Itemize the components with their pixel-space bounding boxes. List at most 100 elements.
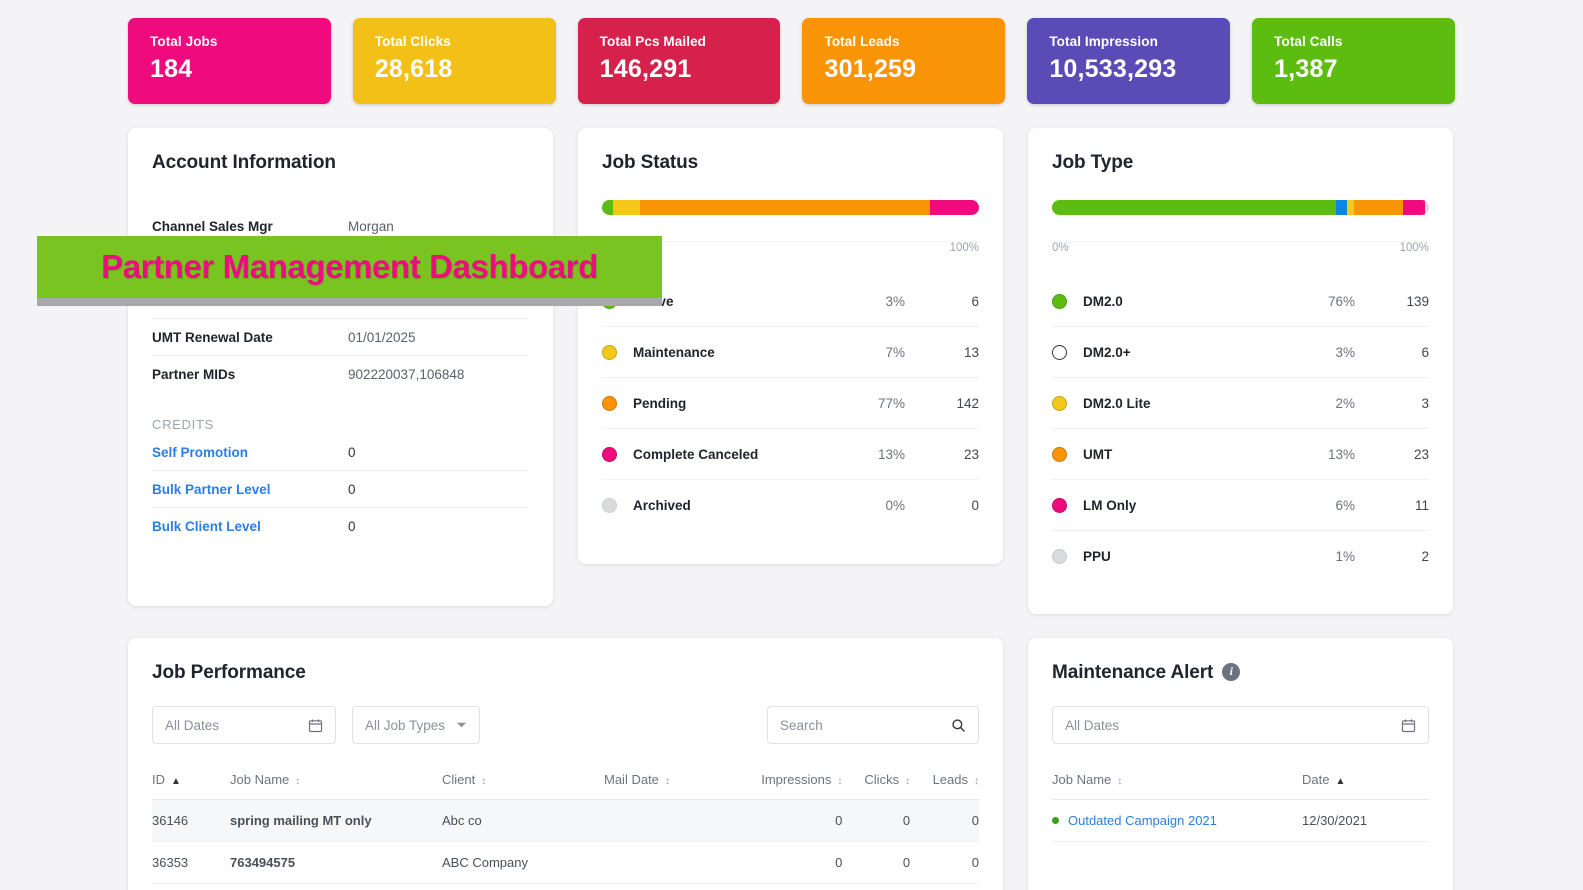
legend-count: 13 bbox=[963, 344, 979, 360]
maintenance-alert-title: Maintenance Alert i bbox=[1028, 638, 1453, 684]
credit-link[interactable]: Bulk Client Level bbox=[152, 519, 348, 534]
dashboard-banner: Partner Management Dashboard bbox=[37, 236, 662, 298]
column-header[interactable]: Job Name ↕ bbox=[230, 762, 442, 800]
column-header[interactable]: Mail Date ↕ bbox=[604, 762, 722, 800]
info-icon[interactable]: i bbox=[1222, 662, 1241, 681]
job-status-panel: Job Status 0% 100% Active 3% 6 Maintenance 7… bbox=[578, 128, 1003, 564]
kpi-card: Total Pcs Mailed 146,291 bbox=[577, 18, 781, 104]
sort-icon[interactable]: ↕ bbox=[295, 776, 300, 787]
search-input[interactable]: Search bbox=[767, 706, 979, 744]
column-header[interactable]: Client ↕ bbox=[442, 762, 604, 800]
sort-icon[interactable]: ↕ bbox=[481, 776, 486, 787]
legend-percent: 0% bbox=[885, 498, 905, 513]
cell-client[interactable]: Abc co bbox=[442, 799, 604, 842]
stacked-bar-segment bbox=[1402, 200, 1426, 215]
column-header[interactable]: Job Name ↕ bbox=[1052, 762, 1302, 800]
search-icon bbox=[951, 718, 966, 733]
credit-row: Self Promotion 0 bbox=[152, 434, 529, 471]
account-info-key: Channel Sales Mgr bbox=[152, 218, 273, 234]
chevron-down-icon bbox=[456, 721, 467, 729]
credit-link[interactable]: Self Promotion bbox=[152, 445, 348, 460]
job-performance-body: 36146 spring mailing MT only Abc co 0 0 0 3635… bbox=[152, 799, 979, 884]
cell-job-name[interactable]: spring mailing MT only bbox=[230, 799, 442, 842]
legend-count: 6 bbox=[971, 293, 979, 309]
status-dot-icon bbox=[1052, 817, 1059, 824]
search-input-placeholder: Search bbox=[780, 717, 823, 733]
legend-percent: 3% bbox=[1335, 344, 1355, 360]
kpi-card: Total Clicks 28,618 bbox=[352, 18, 556, 104]
credit-link[interactable]: Bulk Partner Level bbox=[152, 482, 348, 497]
job-type-scale-min: 0% bbox=[1052, 242, 1069, 254]
legend-label: Pending bbox=[633, 395, 687, 411]
kpi-value: 1,387 bbox=[1274, 55, 1338, 83]
job-performance-type-filter[interactable]: All Job Types bbox=[352, 706, 480, 744]
legend-percent: 77% bbox=[877, 395, 905, 411]
sort-ascending-icon[interactable]: ▲ bbox=[1335, 776, 1345, 787]
stacked-bar-segment bbox=[1425, 200, 1429, 215]
kpi-card: Total Jobs 184 bbox=[128, 18, 331, 104]
legend-row: DM2.0 Lite 2% 3 bbox=[1052, 378, 1429, 429]
kpi-label: Total Calls bbox=[1274, 34, 1343, 49]
account-information-title: Account Information bbox=[152, 152, 336, 173]
kpi-value: 301,259 bbox=[824, 55, 917, 83]
legend-label: LM Only bbox=[1083, 497, 1137, 513]
legend-percent: 13% bbox=[877, 446, 905, 462]
kpi-card: Total Leads 301,259 bbox=[802, 18, 1006, 104]
column-header[interactable]: ID ▲ bbox=[152, 762, 230, 800]
sort-icon[interactable]: ↕ bbox=[974, 776, 979, 787]
legend-percent: 1% bbox=[1335, 549, 1355, 564]
cell-mail-date bbox=[604, 841, 722, 884]
sort-icon[interactable]: ↕ bbox=[1117, 776, 1122, 787]
column-header[interactable]: Leads ↕ bbox=[910, 762, 979, 800]
stacked-bar-segment bbox=[929, 200, 979, 215]
legend-row: UMT 13% 23 bbox=[1052, 429, 1429, 480]
sort-icon[interactable]: ↕ bbox=[665, 776, 670, 787]
legend-color-dot bbox=[602, 395, 617, 411]
kpi-card-strip: Total Jobs 184 Total Clicks 28,618 Total Pcs… bbox=[128, 18, 1455, 104]
sort-icon[interactable]: ↕ bbox=[837, 776, 842, 787]
job-status-title: Job Status bbox=[602, 152, 699, 173]
cell-job-name[interactable]: Outdated Campaign 2021 bbox=[1052, 799, 1302, 842]
column-header-label: Job Name bbox=[1052, 772, 1112, 787]
column-header[interactable]: Impressions ↕ bbox=[722, 762, 843, 800]
credits-rows: Self Promotion 0 Bulk Partner Level 0 Bulk C… bbox=[152, 434, 529, 545]
legend-row: Archived 0% 0 bbox=[602, 480, 979, 531]
legend-label: DM2.0 Lite bbox=[1083, 395, 1151, 411]
dashboard-banner-text: Partner Management Dashboard bbox=[101, 248, 598, 285]
legend-color-dot bbox=[602, 498, 617, 513]
cell-id[interactable]: 36146 bbox=[152, 799, 230, 842]
legend-row: Maintenance 7% 13 bbox=[602, 327, 979, 378]
job-type-stacked-bar bbox=[1052, 200, 1429, 215]
table-row[interactable]: 36146 spring mailing MT only Abc co 0 0 0 bbox=[152, 799, 979, 842]
column-header[interactable]: Clicks ↕ bbox=[842, 762, 911, 800]
cell-job-name[interactable]: 763494575 bbox=[230, 841, 442, 884]
legend-color-dot bbox=[602, 344, 617, 360]
table-row[interactable]: 36353 763494575 ABC Company 0 0 0 bbox=[152, 841, 979, 884]
stacked-bar-segment bbox=[639, 200, 930, 215]
job-name-link[interactable]: Outdated Campaign 2021 bbox=[1068, 813, 1217, 828]
job-performance-date-filter[interactable]: All Dates bbox=[152, 706, 336, 744]
legend-count: 23 bbox=[963, 446, 979, 462]
legend-color-dot bbox=[1052, 446, 1067, 462]
stacked-bar-segment bbox=[1335, 200, 1347, 215]
legend-color-dot bbox=[1052, 293, 1067, 309]
job-performance-table: ID ▲ Job Name ↕ Client ↕ Mail Date ↕ Impressions… bbox=[152, 762, 979, 884]
table-row[interactable]: Outdated Campaign 2021 12/30/2021 bbox=[1052, 799, 1429, 842]
column-header-label: Client bbox=[442, 772, 476, 787]
legend-row: DM2.0+ 3% 6 bbox=[1052, 327, 1429, 378]
maintenance-alert-date-filter[interactable]: All Dates bbox=[1052, 706, 1429, 744]
job-status-stacked-bar bbox=[602, 200, 979, 215]
legend-row: DM2.0 76% 139 bbox=[1052, 276, 1429, 327]
column-header[interactable]: Date ▲ bbox=[1302, 762, 1429, 800]
cell-client[interactable]: ABC Company bbox=[442, 841, 604, 884]
legend-count: 142 bbox=[956, 395, 979, 411]
legend-label: PPU bbox=[1083, 549, 1111, 564]
maintenance-alert-panel: Maintenance Alert i All Dates Job Name ↕ Da… bbox=[1028, 638, 1453, 890]
sort-icon[interactable]: ↕ bbox=[905, 776, 910, 787]
job-type-scale: 0% 100% bbox=[1052, 241, 1429, 254]
cell-id[interactable]: 36353 bbox=[152, 841, 230, 884]
sort-ascending-icon[interactable]: ▲ bbox=[171, 776, 181, 787]
stacked-bar-segment bbox=[1354, 200, 1403, 215]
account-info-value: 01/01/2025 bbox=[348, 329, 416, 345]
job-performance-type-filter-label: All Job Types bbox=[365, 717, 446, 733]
